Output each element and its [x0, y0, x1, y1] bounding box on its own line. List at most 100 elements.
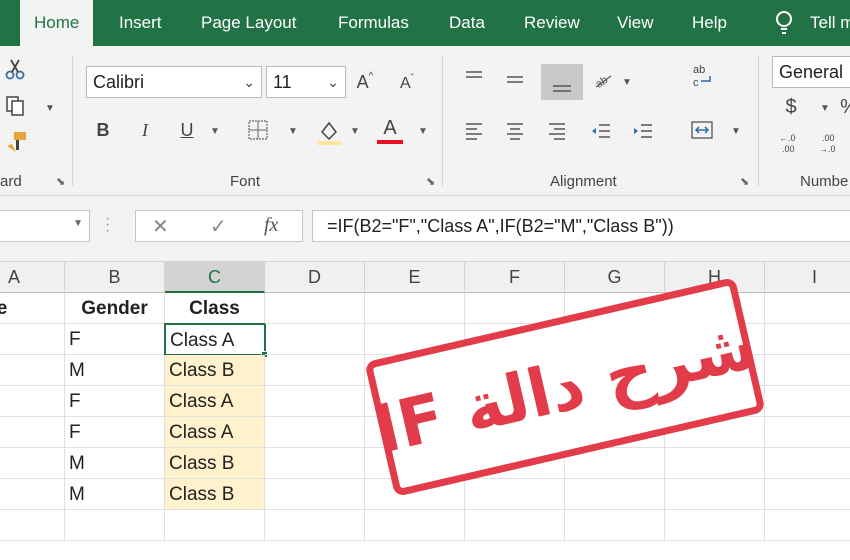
- cell-a6[interactable]: k: [0, 448, 65, 479]
- cell-i7[interactable]: [765, 479, 850, 510]
- decrease-decimal-icon[interactable]: .00 →.0: [818, 132, 844, 154]
- grow-font-button[interactable]: A ^: [354, 68, 376, 96]
- cell-d6[interactable]: [265, 448, 365, 479]
- cell-c8[interactable]: [165, 510, 265, 541]
- cell-e1[interactable]: [365, 293, 465, 324]
- cell-i5[interactable]: [765, 417, 850, 448]
- cell-a5[interactable]: sica: [0, 417, 65, 448]
- cell-b8[interactable]: [65, 510, 165, 541]
- lightbulb-icon[interactable]: [773, 10, 795, 36]
- formula-input[interactable]: =IF(B2="F","Class A",IF(B2="M","Class B"…: [312, 210, 850, 242]
- tab-home[interactable]: Home: [20, 0, 94, 46]
- cancel-icon[interactable]: ✕: [152, 214, 169, 239]
- tab-data[interactable]: Data: [449, 0, 485, 46]
- cell-b2[interactable]: F: [65, 324, 165, 355]
- orientation-icon[interactable]: ab: [592, 68, 614, 90]
- copy-icon[interactable]: [4, 94, 28, 118]
- align-left-icon[interactable]: [463, 120, 485, 142]
- cell-f7[interactable]: [465, 479, 565, 510]
- tab-review[interactable]: Review: [524, 0, 580, 46]
- cell-b7[interactable]: M: [65, 479, 165, 510]
- cell-i3[interactable]: [765, 355, 850, 386]
- column-header-a[interactable]: A: [0, 262, 65, 293]
- splitter-handle[interactable]: · · ·: [105, 211, 110, 239]
- italic-button[interactable]: I: [133, 116, 157, 144]
- tab-insert[interactable]: Insert: [119, 0, 162, 46]
- tab-formulas[interactable]: Formulas: [338, 0, 409, 46]
- cell-h6[interactable]: [665, 448, 765, 479]
- cell-e8[interactable]: [365, 510, 465, 541]
- column-header-e[interactable]: E: [365, 262, 465, 293]
- percent-button[interactable]: %: [838, 94, 850, 120]
- cell-c2-active[interactable]: Class A: [164, 323, 266, 356]
- cell-h8[interactable]: [665, 510, 765, 541]
- cell-a3[interactable]: am: [0, 355, 65, 386]
- cell-c4[interactable]: Class A: [165, 386, 265, 417]
- merge-dropdown-icon[interactable]: ▼: [731, 126, 741, 137]
- merge-center-icon[interactable]: [690, 118, 714, 142]
- cell-d4[interactable]: [265, 386, 365, 417]
- align-bottom-icon[interactable]: [541, 64, 583, 100]
- column-header-f[interactable]: F: [465, 262, 565, 293]
- bold-button[interactable]: B: [91, 116, 115, 144]
- cell-b4[interactable]: F: [65, 386, 165, 417]
- cell-d7[interactable]: [265, 479, 365, 510]
- tell-me-search[interactable]: Tell m: [810, 0, 850, 46]
- column-header-g[interactable]: G: [565, 262, 665, 293]
- cell-b5[interactable]: F: [65, 417, 165, 448]
- cut-icon[interactable]: [4, 58, 28, 80]
- clipboard-launcher-icon[interactable]: ⬊: [56, 175, 65, 188]
- fill-color-dropdown-icon[interactable]: ▼: [350, 126, 360, 137]
- number-format-select[interactable]: General: [772, 56, 850, 88]
- cell-d2[interactable]: [265, 324, 365, 355]
- wrap-text-icon[interactable]: ab c: [690, 62, 714, 90]
- increase-decimal-icon[interactable]: ←.0 .00: [778, 132, 804, 154]
- alignment-launcher-icon[interactable]: ⬊: [740, 175, 749, 188]
- cell-i4[interactable]: [765, 386, 850, 417]
- cell-f8[interactable]: [465, 510, 565, 541]
- cell-a8[interactable]: [0, 510, 65, 541]
- cell-i1[interactable]: [765, 293, 850, 324]
- fill-color-icon[interactable]: [316, 118, 342, 146]
- borders-icon[interactable]: [247, 119, 269, 141]
- cell-g8[interactable]: [565, 510, 665, 541]
- underline-button[interactable]: U: [175, 116, 199, 144]
- column-header-d[interactable]: D: [265, 262, 365, 293]
- font-name-select[interactable]: Calibri ⌄: [86, 66, 262, 98]
- cell-i6[interactable]: [765, 448, 850, 479]
- cell-d1[interactable]: [265, 293, 365, 324]
- tab-page-layout[interactable]: Page Layout: [201, 0, 296, 46]
- align-right-icon[interactable]: [546, 120, 568, 142]
- format-painter-icon[interactable]: [4, 130, 28, 154]
- insert-function-icon[interactable]: fx: [264, 214, 278, 237]
- font-size-select[interactable]: 11 ⌄: [266, 66, 346, 98]
- font-launcher-icon[interactable]: ⬊: [426, 175, 435, 188]
- cell-d5[interactable]: [265, 417, 365, 448]
- borders-dropdown-icon[interactable]: ▼: [288, 126, 298, 137]
- align-middle-icon[interactable]: [504, 68, 526, 90]
- underline-dropdown-icon[interactable]: ▼: [210, 126, 220, 137]
- column-header-c[interactable]: C: [165, 262, 265, 293]
- cell-c7[interactable]: Class B: [165, 479, 265, 510]
- orientation-dropdown-icon[interactable]: ▼: [622, 77, 632, 88]
- cell-c5[interactable]: Class A: [165, 417, 265, 448]
- cell-d3[interactable]: [265, 355, 365, 386]
- cell-h7[interactable]: [665, 479, 765, 510]
- tab-help[interactable]: Help: [692, 0, 727, 46]
- cell-c6[interactable]: Class B: [165, 448, 265, 479]
- cell-c3[interactable]: Class B: [165, 355, 265, 386]
- enter-icon[interactable]: ✓: [210, 214, 227, 239]
- cell-a7[interactable]: n: [0, 479, 65, 510]
- decrease-indent-icon[interactable]: [590, 120, 612, 142]
- align-top-icon[interactable]: [463, 68, 485, 90]
- column-header-i[interactable]: I: [765, 262, 850, 293]
- cell-c1[interactable]: Class: [165, 293, 265, 324]
- font-color-dropdown-icon[interactable]: ▼: [418, 126, 428, 137]
- increase-indent-icon[interactable]: [632, 120, 654, 142]
- cell-a1[interactable]: lame: [0, 293, 65, 324]
- cell-b3[interactable]: M: [65, 355, 165, 386]
- currency-button[interactable]: $: [780, 94, 802, 120]
- cell-d8[interactable]: [265, 510, 365, 541]
- cell-g7[interactable]: [565, 479, 665, 510]
- cell-a2[interactable]: nie: [0, 324, 65, 355]
